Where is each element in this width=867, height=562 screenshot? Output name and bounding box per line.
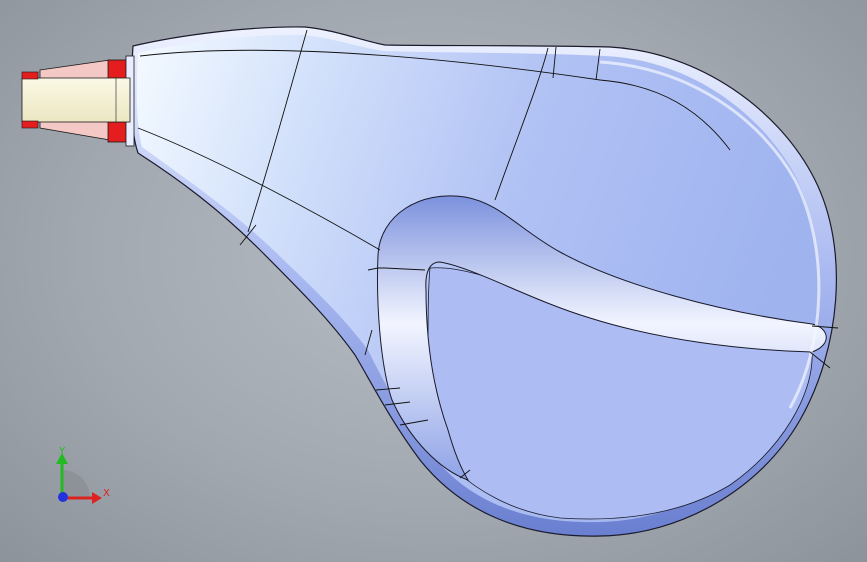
- model-view[interactable]: Y X: [0, 0, 867, 562]
- axis-triad[interactable]: Y X: [56, 446, 110, 504]
- connector-tip-cap-top: [21, 71, 39, 80]
- triad-z-origin: [58, 492, 68, 502]
- cad-viewport[interactable]: Y X: [0, 0, 867, 562]
- triad-x-arrow: [92, 492, 102, 504]
- triad-y-label: Y: [58, 446, 66, 457]
- connector-tip-cap-bottom: [21, 120, 39, 129]
- triad-x-label: X: [103, 488, 110, 499]
- connector-tip-face: [21, 77, 131, 123]
- connector[interactable]: [21, 55, 135, 147]
